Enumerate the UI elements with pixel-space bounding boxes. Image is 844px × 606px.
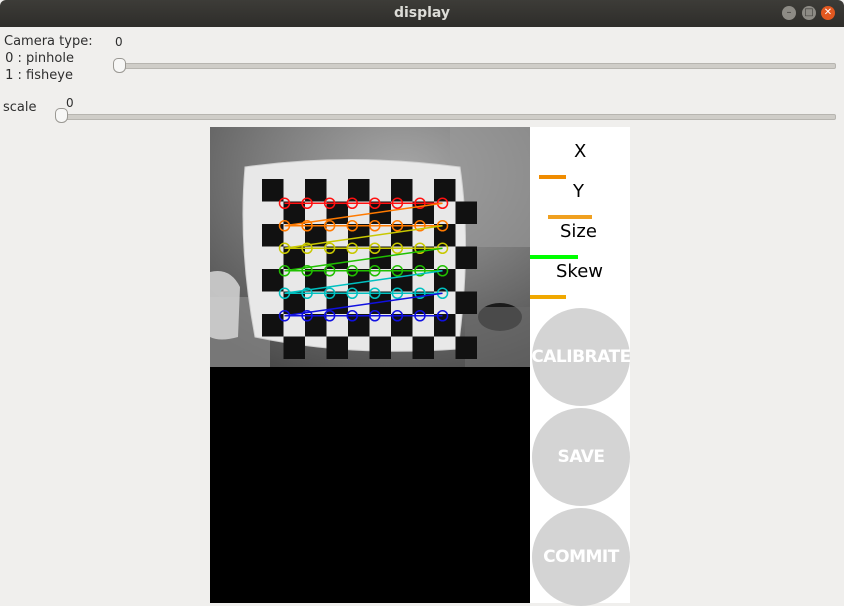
camera-type-option-pinhole: 0 : pinhole [1,51,74,66]
commit-button[interactable]: COMMIT [532,508,630,606]
save-button-label: SAVE [557,447,605,467]
camera-feed-image [210,127,530,367]
scale-slider-track[interactable] [57,114,836,120]
y-progress-bar [548,215,592,219]
checker-square [412,336,434,359]
camera-type-label: Camera type: [4,34,93,49]
minimize-button[interactable]: – [782,6,796,20]
maximize-icon: □ [804,7,814,18]
camera-feed [210,127,530,367]
close-button[interactable]: ✕ [821,6,835,20]
checker-square [305,314,327,337]
camera-type-value: 0 [115,35,123,49]
skew-label: Skew [556,261,604,282]
camera-type-slider-thumb[interactable] [113,58,126,73]
save-button[interactable]: SAVE [532,408,630,506]
checker-square [455,246,477,269]
minimize-icon: – [786,7,792,18]
scale-label: scale [3,100,37,115]
close-icon: ✕ [823,7,833,18]
scale-value: 0 [66,96,74,110]
window-title: display [393,5,451,21]
camera-type-slider-track[interactable] [114,63,836,69]
maximize-button[interactable]: □ [802,6,816,20]
y-label: Y [573,181,584,202]
calibrate-button-label: CALIBRATE [531,347,631,367]
size-label: Size [560,221,597,242]
x-label: X [574,141,587,162]
calibrate-button[interactable]: CALIBRATE [531,308,631,406]
checker-square [326,336,348,359]
checker-square [455,201,477,224]
skew-progress-bar [530,295,566,299]
checker-square [455,291,477,314]
checker-square [455,336,477,359]
checker-square [348,314,370,337]
checker-square [262,179,284,202]
camera-type-option-fisheye: 1 : fisheye [1,68,73,83]
commit-button-label: COMMIT [543,547,619,567]
checker-square [369,336,391,359]
checker-square [283,336,305,359]
checker-square [391,179,413,202]
scale-slider-thumb[interactable] [55,108,68,123]
secondary-view [210,367,530,603]
size-progress-bar [530,255,578,259]
calibration-panel: X Y Size Skew CALIBRATE SAVE COMMIT [530,127,631,606]
x-progress-bar [539,175,566,179]
